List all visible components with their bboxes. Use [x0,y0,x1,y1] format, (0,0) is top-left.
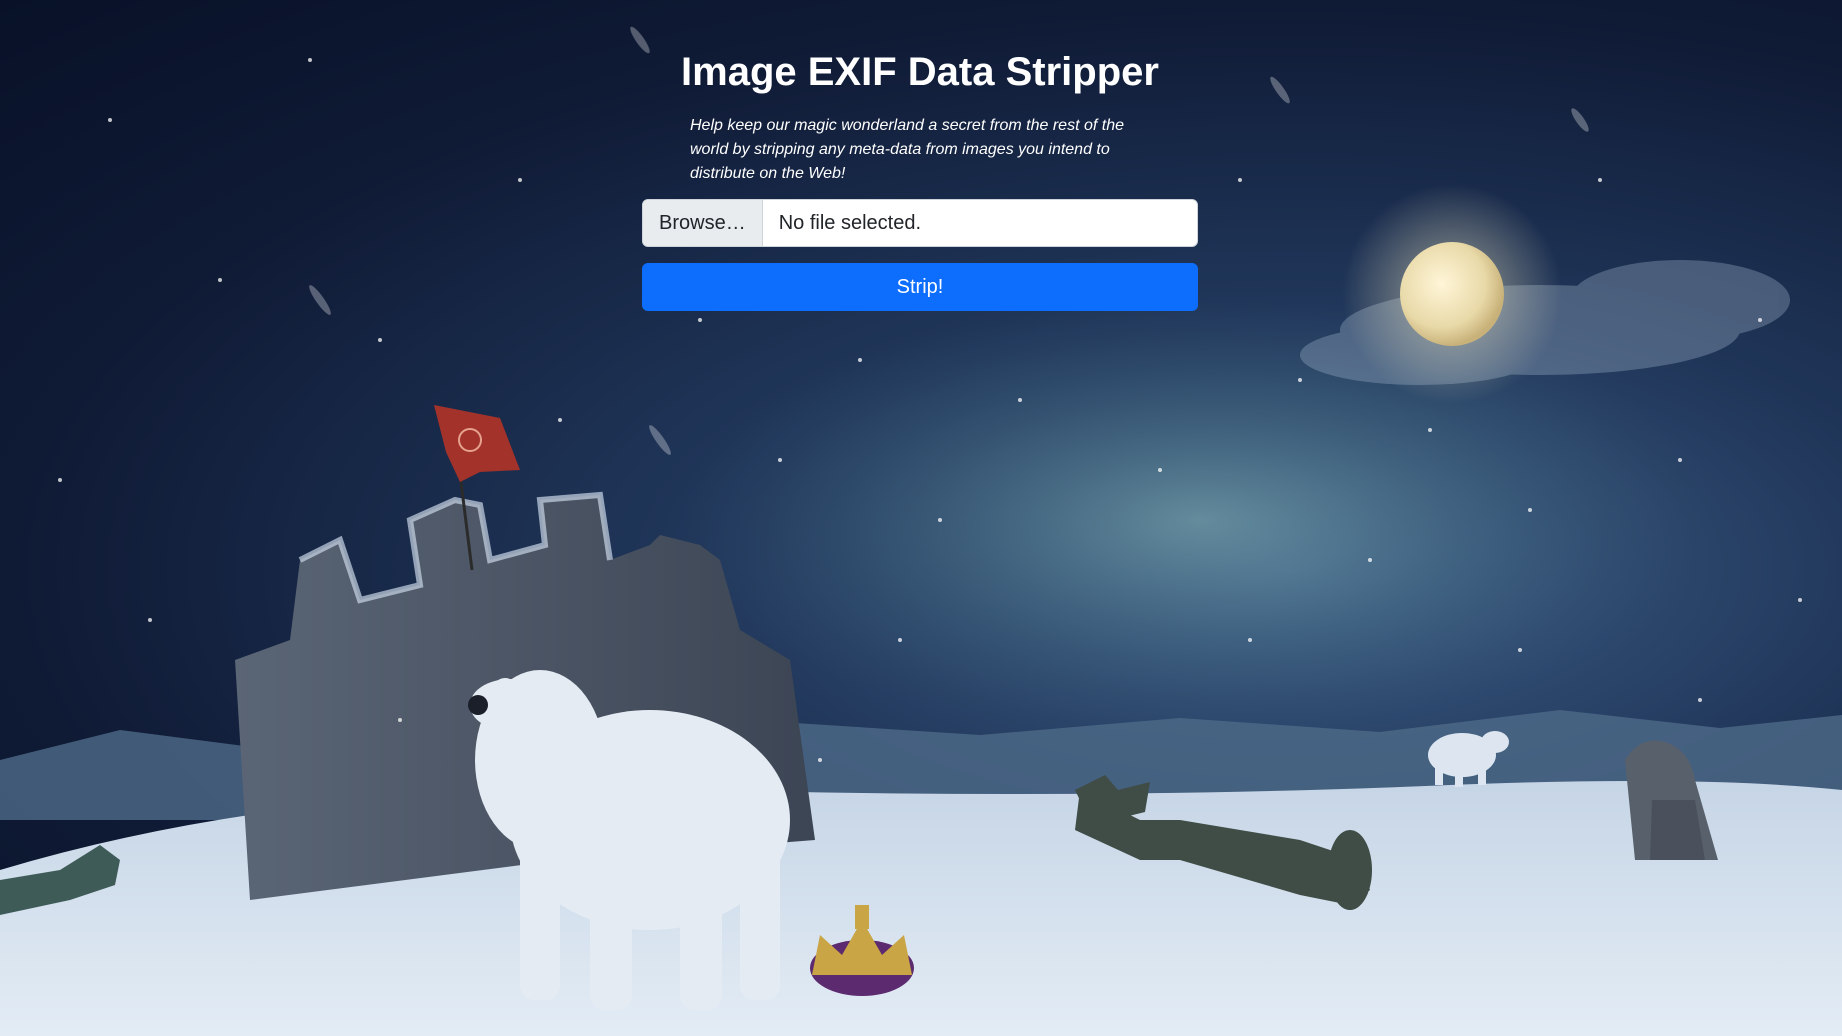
strip-button[interactable]: Strip! [642,263,1198,311]
page: Image EXIF Data Stripper Help keep our m… [0,0,1842,1036]
stripper-form: Image EXIF Data Stripper Help keep our m… [642,40,1198,311]
file-status-text: No file selected. [778,211,921,234]
file-input[interactable]: Browse… No file selected. [642,199,1198,247]
page-title: Image EXIF Data Stripper [681,50,1159,94]
page-subtitle: Help keep our magic wonderland a secret … [690,117,1124,182]
moon [1400,242,1504,346]
browse-button[interactable]: Browse… [643,200,763,246]
